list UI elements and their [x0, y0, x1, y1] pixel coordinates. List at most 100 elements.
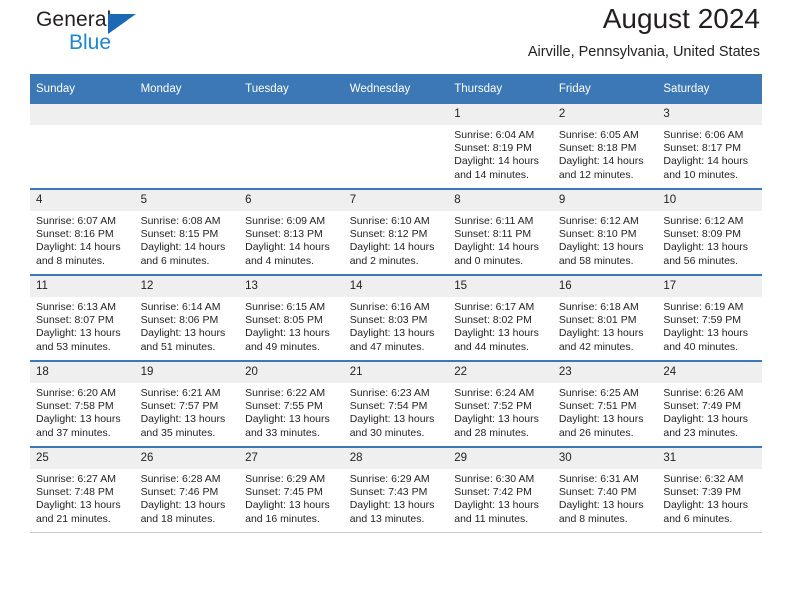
day-number: 12	[134, 276, 240, 297]
day-info: Sunrise: 6:29 AM Sunset: 7:43 PM Daylight:…	[344, 469, 449, 526]
day-info: Sunrise: 6:10 AM Sunset: 8:12 PM Daylight:…	[344, 211, 449, 268]
logo-text-blue: Blue	[69, 31, 112, 54]
day-info: Sunrise: 6:29 AM Sunset: 7:45 PM Daylight:…	[239, 469, 344, 526]
sunset-text: Sunset: 8:16 PM	[36, 228, 114, 241]
calendar-day-cell[interactable]: 28 Sunrise: 6:29 AM Sunset: 7:43 PM Dayligh…	[343, 446, 449, 533]
day-number: 31	[657, 448, 762, 469]
daylight-text-line2: and 40 minutes.	[663, 340, 739, 353]
sunrise-text: Sunrise: 6:32 AM	[663, 473, 744, 485]
calendar-day-cell[interactable]: 8 Sunrise: 6:11 AM Sunset: 8:11 PM Daylight…	[448, 188, 553, 276]
calendar-week-row: 1 Sunrise: 6:04 AM Sunset: 8:19 PM Daylight…	[30, 104, 762, 190]
calendar-day-cell[interactable]: 23 Sunrise: 6:25 AM Sunset: 7:51 PM Dayligh…	[552, 360, 658, 448]
sunset-text: Sunset: 7:46 PM	[140, 486, 219, 499]
daylight-text-line1: Daylight: 14 hours	[558, 155, 644, 168]
calendar-day-cell[interactable]: 27 Sunrise: 6:29 AM Sunset: 7:45 PM Dayligh…	[239, 446, 344, 533]
daylight-text-line2: and 18 minutes.	[140, 512, 216, 525]
day-info: Sunrise: 6:06 AM Sunset: 8:17 PM Daylight:…	[657, 125, 762, 182]
page-header: General Blue August 2024 Airville, Penns…	[30, 0, 762, 74]
calendar-day-cell[interactable]: 15 Sunrise: 6:17 AM Sunset: 8:02 PM Dayligh…	[448, 274, 553, 362]
calendar-day-cell[interactable]: 3 Sunrise: 6:06 AM Sunset: 8:17 PM Daylight…	[657, 104, 762, 190]
sunset-text: Sunset: 7:59 PM	[663, 314, 742, 327]
daylight-text-line1: Daylight: 13 hours	[663, 241, 749, 254]
sunset-text: Sunset: 8:18 PM	[558, 142, 637, 155]
daylight-text-line2: and 35 minutes.	[140, 426, 216, 439]
calendar-day-cell[interactable]: 18 Sunrise: 6:20 AM Sunset: 7:58 PM Dayligh…	[30, 360, 135, 448]
calendar-day-cell[interactable]: 21 Sunrise: 6:23 AM Sunset: 7:54 PM Dayligh…	[343, 360, 449, 448]
calendar-day-cell[interactable]: 7 Sunrise: 6:10 AM Sunset: 8:12 PM Daylight…	[343, 188, 449, 276]
day-info: Sunrise: 6:22 AM Sunset: 7:55 PM Daylight:…	[239, 383, 344, 440]
calendar-day-cell[interactable]: 10 Sunrise: 6:12 AM Sunset: 8:09 PM Dayligh…	[657, 188, 762, 276]
sunrise-text: Sunrise: 6:05 AM	[558, 129, 639, 141]
sunrise-text: Sunrise: 6:21 AM	[140, 387, 221, 399]
daylight-text-line2: and 26 minutes.	[558, 426, 634, 439]
calendar-day-cell[interactable]: 13 Sunrise: 6:15 AM Sunset: 8:05 PM Dayligh…	[239, 274, 344, 362]
day-number: 11	[30, 276, 135, 297]
sunrise-text: Sunrise: 6:25 AM	[558, 387, 639, 399]
day-number: 22	[448, 362, 553, 383]
day-number: 29	[448, 448, 553, 469]
calendar-day-cell[interactable]: 4 Sunrise: 6:07 AM Sunset: 8:16 PM Daylight…	[30, 188, 135, 276]
calendar-week-row: 18 Sunrise: 6:20 AM Sunset: 7:58 PM Dayligh…	[30, 360, 762, 448]
calendar-day-cell[interactable]: 2 Sunrise: 6:05 AM Sunset: 8:18 PM Daylight…	[552, 104, 658, 190]
calendar-day-cell[interactable]: 20 Sunrise: 6:22 AM Sunset: 7:55 PM Dayligh…	[239, 360, 344, 448]
sunset-text: Sunset: 8:19 PM	[454, 142, 532, 155]
calendar-day-cell[interactable]: 17 Sunrise: 6:19 AM Sunset: 7:59 PM Dayligh…	[657, 274, 762, 362]
sunset-text: Sunset: 8:07 PM	[36, 314, 114, 327]
daylight-text-line2: and 6 minutes.	[663, 512, 733, 525]
day-number: 24	[657, 362, 762, 383]
sunset-text: Sunset: 8:11 PM	[454, 228, 532, 241]
calendar-day-cell[interactable]: 12 Sunrise: 6:14 AM Sunset: 8:06 PM Dayligh…	[134, 274, 240, 362]
calendar-week-row: 25 Sunrise: 6:27 AM Sunset: 7:48 PM Dayligh…	[30, 446, 762, 533]
calendar-day-cell[interactable]: 6 Sunrise: 6:09 AM Sunset: 8:13 PM Daylight…	[239, 188, 344, 276]
daylight-text-line2: and 14 minutes.	[454, 168, 529, 181]
daylight-text-line1: Daylight: 14 hours	[36, 241, 121, 254]
sunrise-text: Sunrise: 6:12 AM	[663, 215, 744, 227]
sunset-text: Sunset: 7:45 PM	[245, 486, 323, 499]
calendar-day-cell[interactable]: 16 Sunrise: 6:18 AM Sunset: 8:01 PM Dayligh…	[552, 274, 658, 362]
daylight-text-line2: and 49 minutes.	[245, 340, 320, 353]
sunset-text: Sunset: 7:49 PM	[663, 400, 742, 413]
calendar-day-cell[interactable]: 31 Sunrise: 6:32 AM Sunset: 7:39 PM Dayligh…	[657, 446, 762, 533]
daylight-text-line2: and 4 minutes.	[245, 254, 315, 267]
sunset-text: Sunset: 8:17 PM	[663, 142, 742, 155]
logo-text-general: General	[36, 8, 112, 31]
calendar-day-cell[interactable]: 19 Sunrise: 6:21 AM Sunset: 7:57 PM Dayligh…	[134, 360, 240, 448]
day-number	[134, 104, 240, 125]
daylight-text-line1: Daylight: 14 hours	[454, 155, 539, 168]
calendar-day-cell[interactable]: 1 Sunrise: 6:04 AM Sunset: 8:19 PM Daylight…	[448, 104, 553, 190]
day-number: 1	[448, 104, 553, 125]
sunrise-text: Sunrise: 6:13 AM	[36, 301, 116, 313]
day-number: 23	[552, 362, 658, 383]
daylight-text-line2: and 47 minutes.	[349, 340, 425, 353]
daylight-text-line1: Daylight: 13 hours	[454, 499, 539, 512]
sunrise-text: Sunrise: 6:29 AM	[349, 473, 430, 485]
sunset-text: Sunset: 8:15 PM	[140, 228, 219, 241]
calendar-day-cell[interactable]: 24 Sunrise: 6:26 AM Sunset: 7:49 PM Dayligh…	[657, 360, 762, 448]
sunrise-text: Sunrise: 6:10 AM	[349, 215, 430, 227]
calendar-day-cell[interactable]: 29 Sunrise: 6:30 AM Sunset: 7:42 PM Dayligh…	[448, 446, 553, 533]
day-number: 28	[343, 448, 449, 469]
sunset-text: Sunset: 8:12 PM	[349, 228, 428, 241]
daylight-text-line2: and 58 minutes.	[558, 254, 634, 267]
calendar-day-cell[interactable]: 9 Sunrise: 6:12 AM Sunset: 8:10 PM Daylight…	[552, 188, 658, 276]
calendar-day-cell[interactable]: 22 Sunrise: 6:24 AM Sunset: 7:52 PM Dayligh…	[448, 360, 553, 448]
calendar-day-cell[interactable]: 30 Sunrise: 6:31 AM Sunset: 7:40 PM Dayligh…	[552, 446, 658, 533]
calendar-day-cell[interactable]: 11 Sunrise: 6:13 AM Sunset: 8:07 PM Dayligh…	[30, 274, 135, 362]
daylight-text-line2: and 8 minutes.	[558, 512, 628, 525]
daylight-text-line1: Daylight: 14 hours	[245, 241, 330, 254]
day-info: Sunrise: 6:28 AM Sunset: 7:46 PM Daylight:…	[135, 469, 240, 526]
day-number: 7	[343, 190, 449, 211]
calendar-day-cell[interactable]: 25 Sunrise: 6:27 AM Sunset: 7:48 PM Dayligh…	[30, 446, 135, 533]
sunset-text: Sunset: 7:43 PM	[349, 486, 428, 499]
sunset-text: Sunset: 8:10 PM	[558, 228, 637, 241]
calendar-day-cell[interactable]: 5 Sunrise: 6:08 AM Sunset: 8:15 PM Daylight…	[134, 188, 240, 276]
day-info: Sunrise: 6:16 AM Sunset: 8:03 PM Daylight:…	[344, 297, 449, 354]
weekday-header-row: Sunday Monday Tuesday Wednesday Thursday…	[30, 74, 762, 104]
sunrise-text: Sunrise: 6:20 AM	[36, 387, 116, 399]
day-info: Sunrise: 6:09 AM Sunset: 8:13 PM Daylight:…	[239, 211, 344, 268]
calendar-day-cell[interactable]: 14 Sunrise: 6:16 AM Sunset: 8:03 PM Dayligh…	[343, 274, 449, 362]
calendar-day-cell[interactable]: 26 Sunrise: 6:28 AM Sunset: 7:46 PM Dayligh…	[134, 446, 240, 533]
general-blue-logo[interactable]: General Blue	[36, 8, 156, 64]
day-info: Sunrise: 6:26 AM Sunset: 7:49 PM Daylight:…	[657, 383, 762, 440]
sunset-text: Sunset: 7:51 PM	[558, 400, 637, 413]
